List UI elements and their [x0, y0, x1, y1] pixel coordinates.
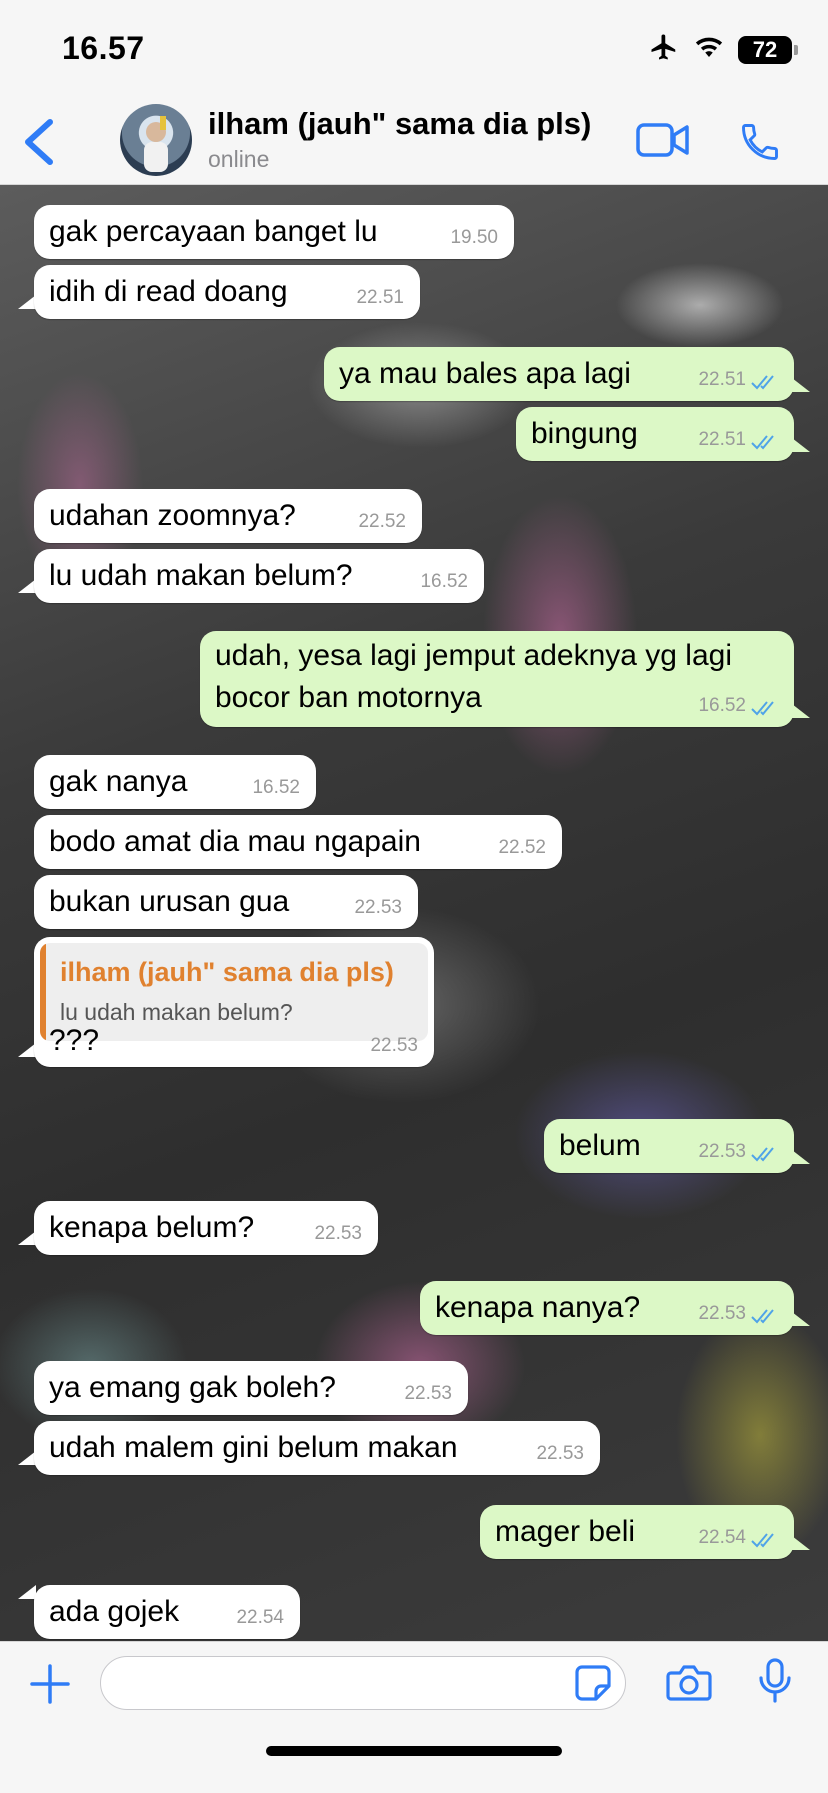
- sticker-button[interactable]: [574, 1664, 612, 1707]
- read-ticks-icon: [751, 435, 774, 450]
- message-bubble-incoming[interactable]: ada gojek 22.54: [34, 1585, 300, 1639]
- bubble-tail: [792, 704, 810, 718]
- message-text: ya mau bales apa lagi: [339, 357, 631, 390]
- message-text: ya emang gak boleh?: [49, 1371, 336, 1404]
- video-camera-icon: [636, 123, 689, 157]
- contact-name[interactable]: ilham (jauh" sama dia pls): [208, 106, 591, 142]
- voice-call-button[interactable]: [738, 120, 782, 169]
- message-bubble-incoming[interactable]: ilham (jauh" sama dia pls) lu udah makan…: [34, 937, 434, 1067]
- message-time: 22.53: [698, 1141, 746, 1162]
- message-bubble-incoming[interactable]: idih di read doang 22.51: [34, 265, 420, 319]
- quote-bar: [40, 943, 46, 1041]
- message-time: 22.52: [358, 511, 406, 532]
- message-time: 22.51: [698, 429, 746, 450]
- message-text: bingung: [531, 417, 638, 450]
- microphone-icon: [759, 1658, 791, 1703]
- camera-icon: [666, 1665, 712, 1701]
- message-bubble-outgoing[interactable]: bingung 22.51: [516, 407, 794, 461]
- message-time: 22.51: [356, 287, 404, 308]
- message-text: bodo amat dia mau ngapain: [49, 825, 421, 858]
- message-text: ???: [49, 1024, 100, 1057]
- message-bubble-incoming[interactable]: bukan urusan gua 22.53: [34, 875, 418, 929]
- message-text: lu udah makan belum?: [49, 559, 353, 592]
- status-bar: 16.57 72: [0, 0, 828, 100]
- read-ticks-icon: [751, 1309, 774, 1324]
- message-time: 22.53: [354, 897, 402, 918]
- message-input[interactable]: [100, 1656, 626, 1710]
- airplane-mode-icon: [648, 32, 680, 67]
- status-time: 16.57: [62, 30, 145, 66]
- bubble-tail: [792, 1312, 810, 1326]
- sticker-icon: [575, 1665, 611, 1701]
- chat-area[interactable]: gak percayaan banget lu 19.50 idih di re…: [0, 185, 828, 1641]
- message-text: kenapa belum?: [49, 1211, 255, 1244]
- plus-icon: [30, 1664, 70, 1704]
- message-text: kenapa nanya?: [435, 1291, 641, 1324]
- bubble-tail: [792, 378, 810, 392]
- message-text: belum: [559, 1129, 641, 1162]
- message-bubble-incoming[interactable]: gak percayaan banget lu 19.50: [34, 205, 514, 259]
- message-bubble-outgoing[interactable]: kenapa nanya? 22.53: [420, 1281, 794, 1335]
- wifi-icon: [694, 34, 724, 65]
- message-bubble-incoming[interactable]: gak nanya 16.52: [34, 755, 316, 809]
- back-button[interactable]: [20, 118, 60, 166]
- message-bubble-outgoing[interactable]: mager beli 22.54: [480, 1505, 794, 1559]
- message-time: 19.50: [450, 227, 498, 248]
- camera-button[interactable]: [666, 1664, 712, 1707]
- avatar[interactable]: [120, 104, 192, 176]
- message-time: 22.53: [536, 1443, 584, 1464]
- message-bubble-incoming[interactable]: udah malem gini belum makan 22.53: [34, 1421, 600, 1475]
- read-ticks-icon: [751, 701, 774, 716]
- phone-icon: [742, 124, 778, 160]
- message-time: 16.52: [252, 777, 300, 798]
- microphone-button[interactable]: [758, 1658, 792, 1709]
- message-time: 22.51: [698, 369, 746, 390]
- message-text: gak percayaan banget lu: [49, 215, 378, 248]
- message-time: 22.53: [698, 1303, 746, 1324]
- read-ticks-icon: [751, 1147, 774, 1162]
- bubble-tail: [792, 438, 810, 452]
- read-ticks-icon: [751, 375, 774, 390]
- message-time: 22.52: [498, 837, 546, 858]
- bubble-tail: [18, 1585, 36, 1599]
- status-icons: 72: [648, 32, 798, 67]
- message-text: bukan urusan gua: [49, 885, 290, 918]
- chevron-left-icon: [25, 119, 53, 165]
- message-time: 22.54: [236, 1607, 284, 1628]
- read-ticks-icon: [751, 1533, 774, 1548]
- message-time: 22.54: [698, 1527, 746, 1548]
- message-bubble-outgoing[interactable]: belum 22.53: [544, 1119, 794, 1173]
- battery-indicator: 72: [738, 35, 798, 64]
- message-time: 16.52: [698, 695, 746, 716]
- message-time: 22.53: [370, 1035, 418, 1056]
- message-time: 22.53: [314, 1223, 362, 1244]
- bubble-tail: [792, 1150, 810, 1164]
- message-bubble-incoming[interactable]: lu udah makan belum? 16.52: [34, 549, 484, 603]
- quote-author: ilham (jauh" sama dia pls): [60, 957, 394, 987]
- attach-button[interactable]: [28, 1662, 72, 1711]
- input-bar: [0, 1641, 828, 1793]
- message-text: udahan zoomnya?: [49, 499, 296, 532]
- message-bubble-incoming[interactable]: ya emang gak boleh? 22.53: [34, 1361, 468, 1415]
- message-text: udah malem gini belum makan: [49, 1431, 458, 1464]
- message-text: ada gojek: [49, 1595, 180, 1628]
- message-time: 22.53: [404, 1383, 452, 1404]
- message-text: gak nanya: [49, 765, 188, 798]
- message-bubble-incoming[interactable]: kenapa belum? 22.53: [34, 1201, 378, 1255]
- contact-status: online: [208, 146, 270, 172]
- message-text: idih di read doang: [49, 275, 288, 308]
- chat-header: ilham (jauh" sama dia pls) online: [0, 100, 828, 185]
- message-text: mager beli: [495, 1515, 636, 1548]
- message-bubble-outgoing[interactable]: ya mau bales apa lagi 22.51: [324, 347, 794, 401]
- video-call-button[interactable]: [636, 120, 690, 165]
- message-bubble-outgoing[interactable]: udah, yesa lagi jemput adeknya yg lagi b…: [200, 631, 794, 727]
- quote-text: lu udah makan belum?: [60, 999, 293, 1025]
- message-bubble-incoming[interactable]: udahan zoomnya? 22.52: [34, 489, 422, 543]
- message-time: 16.52: [420, 571, 468, 592]
- message-bubble-incoming[interactable]: bodo amat dia mau ngapain 22.52: [34, 815, 562, 869]
- bubble-tail: [792, 1536, 810, 1550]
- home-indicator: [266, 1746, 562, 1756]
